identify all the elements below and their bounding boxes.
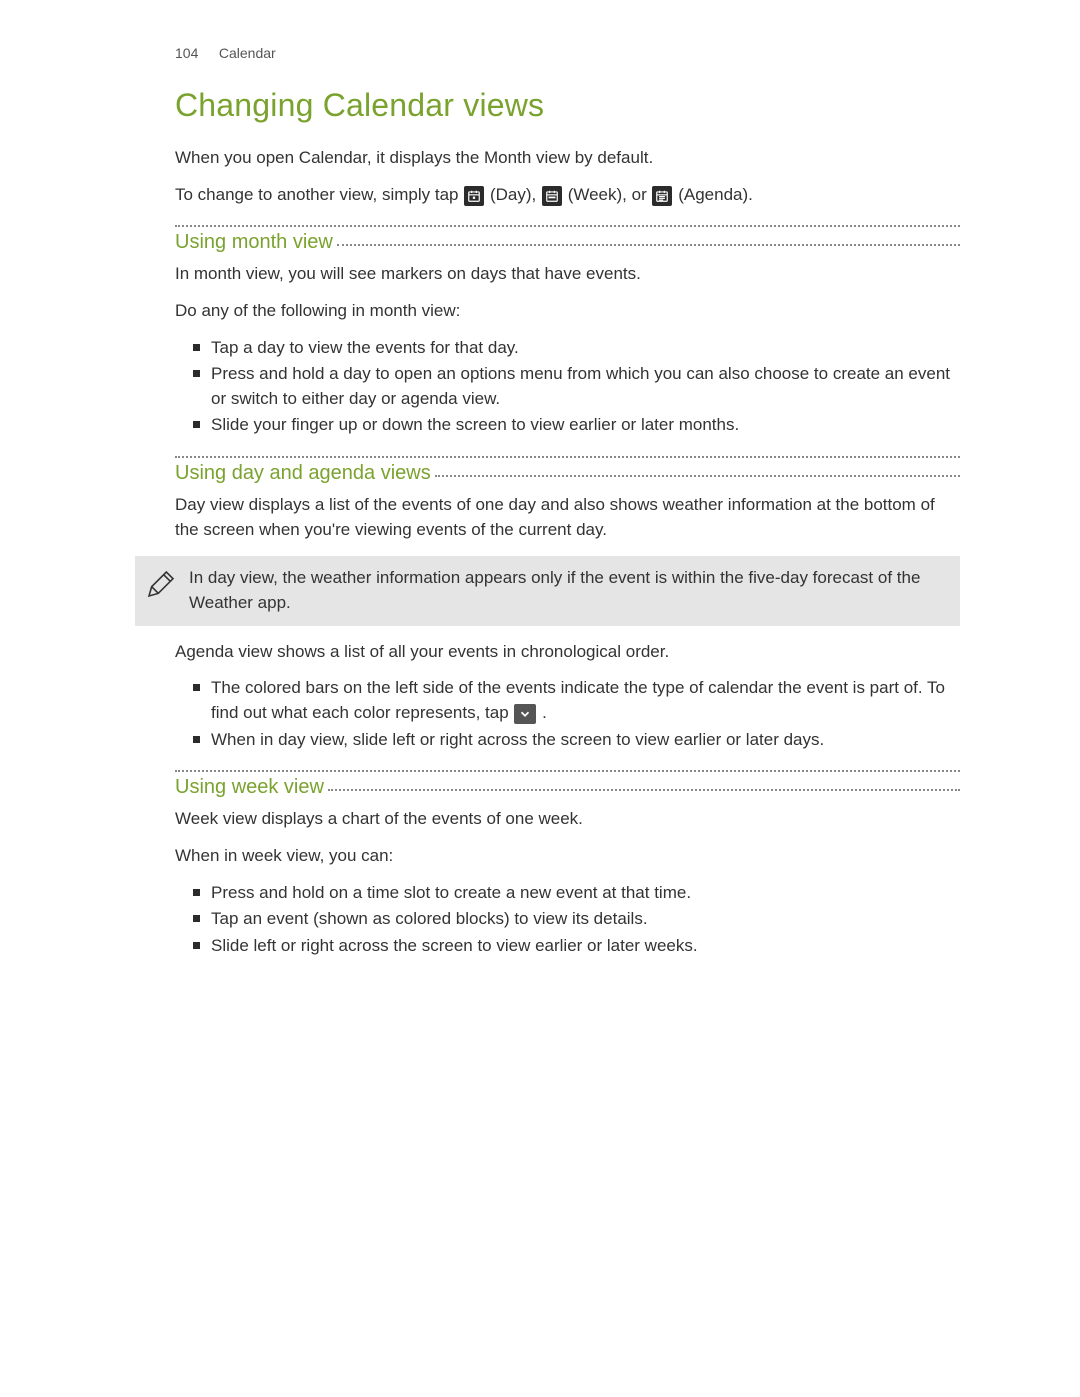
calendar-week-icon [542, 186, 562, 206]
intro-2a: To change to another view, simply tap [175, 185, 463, 204]
list-item: Slide your finger up or down the screen … [211, 413, 960, 438]
subheading-week: Using week view [175, 776, 324, 799]
page-title: Changing Calendar views [175, 87, 960, 124]
dayagenda-p1: Day view displays a list of the events o… [175, 493, 960, 542]
list-item: When in day view, slide left or right ac… [211, 728, 960, 753]
dotted-line [435, 475, 960, 477]
dayagenda-p2: Agenda view shows a list of all your eve… [175, 640, 960, 665]
week-p1: Week view displays a chart of the events… [175, 807, 960, 832]
intro-text-2: To change to another view, simply tap (D… [175, 183, 960, 208]
list-item: Tap an event (shown as colored blocks) t… [211, 907, 960, 932]
subheading-row-week: Using week view [175, 776, 960, 799]
month-bullets: Tap a day to view the events for that da… [175, 336, 960, 439]
month-p1: In month view, you will see markers on d… [175, 262, 960, 287]
manual-page: 104 Calendar Changing Calendar views Whe… [0, 0, 1080, 1014]
page-number: 104 [175, 45, 215, 61]
dotted-line [328, 789, 960, 791]
bullet-1a: The colored bars on the left side of the… [211, 678, 945, 722]
page-header: 104 Calendar [175, 45, 960, 61]
note-text: In day view, the weather information app… [189, 568, 920, 612]
intro-2b: (Day), [490, 185, 541, 204]
section-name: Calendar [219, 45, 276, 61]
month-p2: Do any of the following in month view: [175, 299, 960, 324]
pencil-icon [143, 566, 179, 602]
week-bullets: Press and hold on a time slot to create … [175, 881, 960, 959]
list-item: Slide left or right across the screen to… [211, 934, 960, 959]
intro-2c: (Week), or [568, 185, 652, 204]
subheading-row-month: Using month view [175, 231, 960, 254]
dotted-line [337, 244, 960, 246]
calendar-agenda-icon [652, 186, 672, 206]
list-item: The colored bars on the left side of the… [211, 676, 960, 725]
subheading-row-dayagenda: Using day and agenda views [175, 462, 960, 485]
list-item: Press and hold a day to open an options … [211, 362, 960, 411]
list-item: Tap a day to view the events for that da… [211, 336, 960, 361]
week-p2: When in week view, you can: [175, 844, 960, 869]
divider [175, 456, 960, 458]
note-box: In day view, the weather information app… [135, 556, 960, 625]
list-item: Press and hold on a time slot to create … [211, 881, 960, 906]
subheading-dayagenda: Using day and agenda views [175, 462, 431, 485]
calendar-day-icon [464, 186, 484, 206]
dayagenda-bullets: The colored bars on the left side of the… [175, 676, 960, 752]
intro-2d: (Agenda). [678, 185, 753, 204]
subheading-month: Using month view [175, 231, 333, 254]
intro-text-1: When you open Calendar, it displays the … [175, 146, 960, 171]
divider [175, 225, 960, 227]
divider [175, 770, 960, 772]
bullet-1b: . [542, 703, 547, 722]
chevron-down-icon [514, 704, 536, 724]
